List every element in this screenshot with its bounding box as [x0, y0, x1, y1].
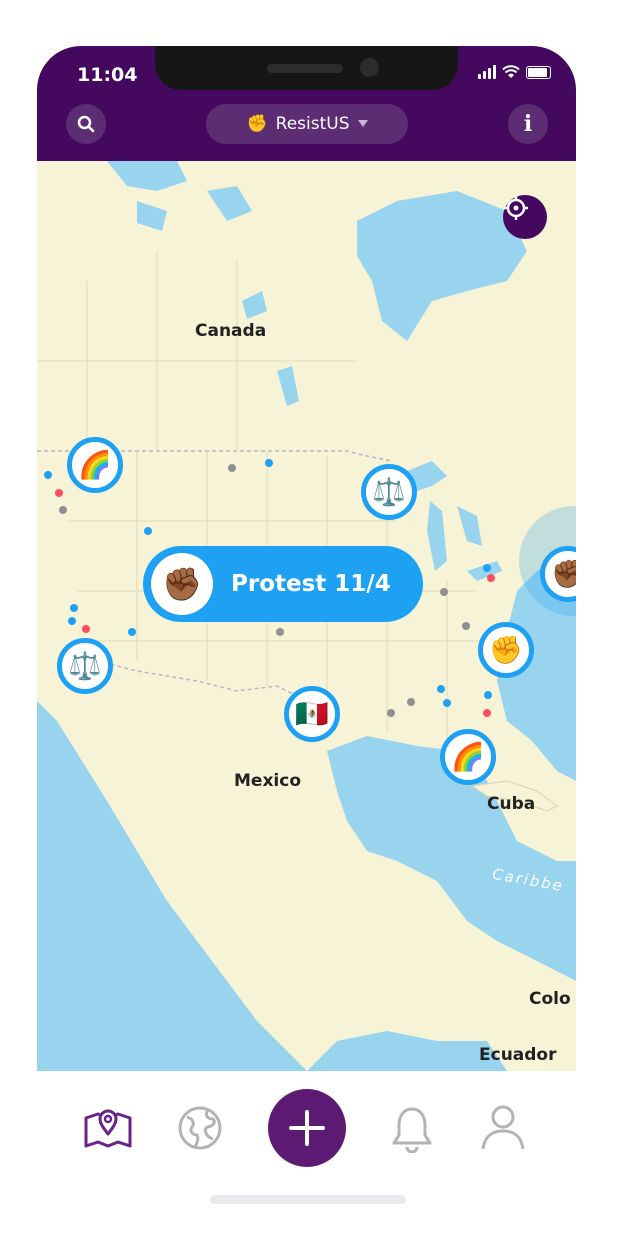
home-indicator[interactable]: [210, 1195, 406, 1204]
status-icons: [478, 65, 551, 79]
event-dot[interactable]: [70, 604, 78, 612]
protest-label: Protest 11/4: [231, 571, 391, 597]
battery-icon: [526, 66, 551, 79]
nav-global[interactable]: [177, 1105, 223, 1151]
locate-me-button[interactable]: [503, 195, 547, 239]
event-dot[interactable]: [484, 691, 492, 699]
lake-michigan: [427, 501, 447, 571]
event-dot[interactable]: [228, 464, 236, 472]
map-pin-fist-east-coast[interactable]: ✊: [478, 622, 534, 678]
map-pin-rainbow-northwest[interactable]: 🌈: [67, 437, 123, 493]
globe-icon: [178, 1106, 222, 1150]
community-fist-icon: ✊: [246, 114, 268, 134]
community-selector[interactable]: ✊ ResistUS: [206, 104, 408, 144]
lake-huron: [457, 506, 482, 546]
bell-icon: [392, 1107, 432, 1153]
event-dot[interactable]: [407, 698, 415, 706]
status-time: 11:04: [77, 64, 138, 86]
pacific-ocean: [37, 701, 307, 1071]
map-icon: [84, 1109, 132, 1148]
map-label-ecuador: Ecuador: [479, 1045, 557, 1065]
map-label-colombia: Colo: [529, 989, 571, 1009]
plus-icon: [289, 1110, 325, 1146]
event-dot[interactable]: [68, 617, 76, 625]
protest-fist-avatar: ✊🏾: [151, 553, 213, 615]
map-pin-justice-great-lakes[interactable]: ⚖️: [361, 464, 417, 520]
wifi-icon: [502, 65, 520, 78]
nav-notifications[interactable]: [389, 1105, 435, 1153]
event-dot[interactable]: [44, 471, 52, 479]
map-label-canada: Canada: [195, 321, 267, 341]
map-label-mexico: Mexico: [234, 771, 301, 791]
scales-icon: ⚖️: [68, 651, 102, 682]
event-dot[interactable]: [437, 685, 445, 693]
bottom-nav: [37, 1071, 576, 1170]
chevron-down-icon: [357, 120, 368, 127]
map-pin-justice-california[interactable]: ⚖️: [57, 638, 113, 694]
event-dot[interactable]: [387, 709, 395, 717]
info-icon: i: [523, 111, 533, 137]
event-dot[interactable]: [265, 459, 273, 467]
event-dot[interactable]: [440, 588, 448, 596]
crosshair-icon: [504, 196, 528, 220]
map-pin-mexico-flag[interactable]: 🇲🇽: [284, 686, 340, 742]
event-dot[interactable]: [144, 527, 152, 535]
map-label-cuba: Cuba: [487, 794, 536, 814]
event-dot[interactable]: [128, 628, 136, 636]
device-notch: [155, 46, 458, 90]
fist-icon: ✊🏾: [162, 565, 202, 603]
map-pin-rainbow-florida[interactable]: 🌈: [440, 729, 496, 785]
info-button[interactable]: i: [508, 104, 548, 144]
event-dot[interactable]: [483, 709, 491, 717]
nav-profile[interactable]: [479, 1103, 527, 1151]
fist-icon: ✊: [489, 635, 523, 666]
event-dot[interactable]: [462, 622, 470, 630]
map-view[interactable]: Canada Mexico Cuba Caribbe Colo Ecuador …: [37, 161, 576, 1071]
search-icon: [77, 115, 95, 133]
protest-callout[interactable]: ✊🏾 Protest 11/4: [143, 546, 423, 622]
community-name: ResistUS: [275, 114, 350, 134]
rainbow-icon: 🌈: [451, 742, 485, 773]
event-dot[interactable]: [59, 506, 67, 514]
event-dot[interactable]: [487, 574, 495, 582]
scales-icon: ⚖️: [372, 477, 406, 508]
event-dot[interactable]: [276, 628, 284, 636]
hudson-bay: [357, 191, 527, 341]
search-button[interactable]: [66, 104, 106, 144]
rainbow-icon: 🌈: [78, 450, 112, 481]
add-event-button[interactable]: [268, 1089, 346, 1167]
app-screen: Canada Mexico Cuba Caribbe Colo Ecuador …: [37, 46, 576, 1170]
event-dot[interactable]: [55, 489, 63, 497]
event-dot[interactable]: [483, 564, 491, 572]
event-dot[interactable]: [82, 625, 90, 633]
event-dot[interactable]: [443, 699, 451, 707]
profile-icon: [481, 1105, 525, 1150]
fist-icon: ✊🏾: [551, 559, 576, 590]
top-bar: 11:04 ✊ ResistUS i: [37, 46, 576, 161]
mexico-flag-icon: 🇲🇽: [295, 699, 329, 730]
nav-map[interactable]: [82, 1104, 134, 1150]
signal-icon: [478, 65, 496, 79]
